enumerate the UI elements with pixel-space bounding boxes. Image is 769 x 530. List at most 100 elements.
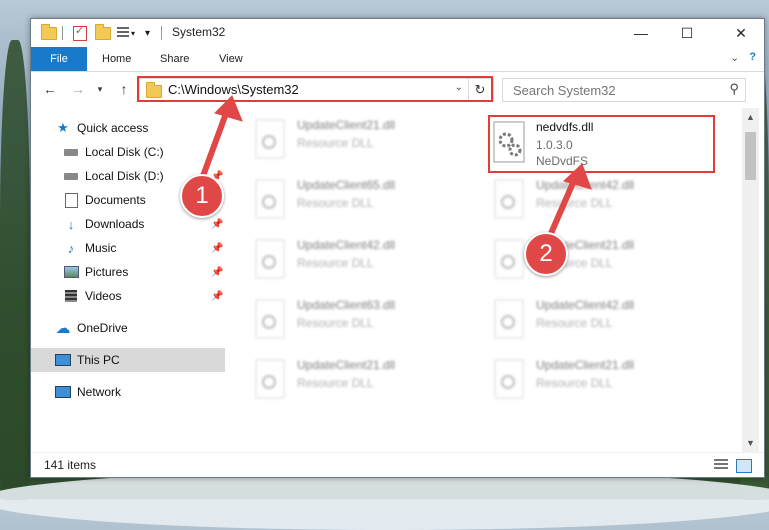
highlight-box-file (488, 115, 715, 173)
callout-1: 1 (180, 174, 224, 218)
file-type: Resource DLL (536, 196, 613, 210)
sidebar-item-label: Pictures (85, 265, 129, 279)
scroll-down-icon[interactable]: ▼ (746, 438, 755, 448)
sidebar-item-network[interactable]: Network (31, 380, 225, 404)
scroll-up-icon[interactable]: ▲ (746, 112, 755, 122)
item-count: 141 items (44, 458, 97, 472)
explorer-window: ▾ ▾ System32 — ☐ ✕ File Home Share View … (30, 18, 765, 478)
sidebar-item-pictures[interactable]: Pictures 📌 (31, 260, 225, 284)
views-icon[interactable]: ▾ (117, 25, 135, 41)
file-type: Resource DLL (297, 316, 374, 330)
background-tree (0, 40, 30, 500)
pictures-icon (63, 264, 79, 280)
details-view-icon[interactable] (714, 459, 728, 471)
star-icon: ★ (57, 120, 69, 135)
file-name: UpdateClient21.dll (536, 358, 635, 372)
file-type: Resource DLL (297, 196, 374, 210)
file-name: UpdateClient63.dll (297, 298, 396, 312)
separator (161, 25, 162, 41)
file-type: Resource DLL (536, 376, 613, 390)
new-folder-icon[interactable] (95, 23, 111, 41)
dll-file-icon (252, 358, 290, 402)
status-bar: 141 items (31, 452, 764, 477)
minimize-button[interactable]: — (618, 19, 664, 47)
help-icon[interactable]: ? (749, 51, 756, 64)
file-item[interactable]: UpdateClient63.dll Resource DLL (252, 296, 482, 350)
file-name: UpdateClient42.dll (536, 298, 635, 312)
file-type: Resource DLL (297, 376, 374, 390)
tab-view[interactable]: View (219, 47, 243, 71)
file-list: UpdateClient21.dll Resource DLL UpdateCl… (227, 108, 742, 452)
file-item[interactable]: UpdateClient21.dll Resource DLL (491, 356, 721, 410)
dll-file-icon (491, 238, 529, 282)
drive-icon (63, 168, 79, 184)
window-title: System32 (172, 25, 226, 39)
documents-icon (63, 192, 79, 208)
search-box[interactable]: ⚲ (502, 78, 746, 102)
folder-icon (41, 23, 57, 41)
file-item[interactable]: UpdateClient42.dll Resource DLL (491, 176, 721, 230)
maximize-button[interactable]: ☐ (664, 19, 710, 47)
tab-share[interactable]: Share (160, 47, 189, 71)
callout-2: 2 (524, 232, 568, 276)
file-item[interactable]: UpdateClient65.dll Resource DLL (252, 176, 482, 230)
recent-locations-icon[interactable]: ▾ (91, 80, 109, 98)
pin-icon[interactable]: 📌 (211, 291, 223, 302)
search-icon[interactable]: ⚲ (729, 81, 739, 97)
background-snow (0, 470, 769, 530)
navigation-bar: ← → ▾ ↑ C:\Windows\System32 ⌄ ↻ ⚲ (31, 72, 764, 108)
sidebar-item-label: Local Disk (C:) (85, 145, 164, 159)
sidebar-item-label: Downloads (85, 217, 145, 231)
dll-file-icon (252, 298, 290, 342)
sidebar-item-music[interactable]: ♪ Music 📌 (31, 236, 225, 260)
file-item[interactable]: UpdateClient42.dll Resource DLL (252, 236, 482, 290)
sidebar-item-onedrive[interactable]: ☁ OneDrive (31, 316, 225, 340)
forward-arrow-icon[interactable]: → (69, 80, 87, 98)
dll-file-icon (252, 118, 290, 162)
dll-file-icon (252, 178, 290, 222)
large-icons-view-icon[interactable] (736, 459, 752, 473)
dll-file-icon (252, 238, 290, 282)
properties-icon[interactable] (73, 24, 87, 41)
sidebar-item-local-disk-c[interactable]: Local Disk (C:) (31, 140, 225, 164)
sidebar-item-label: OneDrive (77, 321, 128, 335)
file-item[interactable]: UpdateClient21.dll Resource DLL (252, 116, 482, 170)
pin-icon[interactable]: 📌 (211, 243, 223, 254)
search-input[interactable] (511, 81, 715, 99)
sidebar-item-this-pc[interactable]: This PC (31, 348, 225, 372)
expand-ribbon-icon[interactable]: ⌄ (730, 51, 739, 64)
file-item[interactable]: UpdateClient42.dll Resource DLL (491, 296, 721, 350)
up-arrow-icon[interactable]: ↑ (115, 80, 133, 98)
file-name: UpdateClient21.dll (297, 358, 396, 372)
pin-icon[interactable]: 📌 (211, 219, 223, 230)
separator (62, 25, 63, 41)
close-button[interactable]: ✕ (718, 19, 764, 47)
ribbon-tabs: File Home Share View ⌄ ? (31, 47, 764, 72)
dll-file-icon (491, 178, 529, 222)
sidebar-item-label: Videos (85, 289, 122, 303)
network-icon (55, 384, 71, 400)
navigation-pane: ★ Quick access Local Disk (C:) Local Dis… (31, 108, 225, 452)
file-name: UpdateClient65.dll (297, 178, 396, 192)
vertical-scrollbar[interactable]: ▲ ▼ (742, 108, 759, 452)
sidebar-item-videos[interactable]: Videos 📌 (31, 284, 225, 308)
scrollbar-thumb[interactable] (745, 132, 756, 180)
file-item[interactable]: UpdateClient21.dll Resource DLL (252, 356, 482, 410)
tab-home[interactable]: Home (102, 47, 131, 71)
sidebar-item-label: Documents (85, 193, 146, 207)
sidebar-item-quick-access[interactable]: ★ Quick access (31, 116, 225, 140)
sidebar-item-label: Music (85, 241, 117, 255)
music-icon: ♪ (67, 240, 75, 256)
videos-icon (63, 288, 79, 304)
sidebar-item-label: This PC (77, 353, 120, 367)
file-name: UpdateClient42.dll (536, 178, 635, 192)
computer-icon (55, 352, 71, 368)
customize-toolbar-icon[interactable]: ▾ (145, 25, 150, 41)
cloud-icon: ☁ (55, 320, 71, 337)
file-name: UpdateClient42.dll (297, 238, 396, 252)
file-type: Resource DLL (297, 136, 374, 150)
back-arrow-icon[interactable]: ← (41, 80, 59, 98)
highlight-box-address (137, 76, 493, 102)
pin-icon[interactable]: 📌 (211, 267, 223, 278)
tab-file[interactable]: File (31, 47, 87, 71)
